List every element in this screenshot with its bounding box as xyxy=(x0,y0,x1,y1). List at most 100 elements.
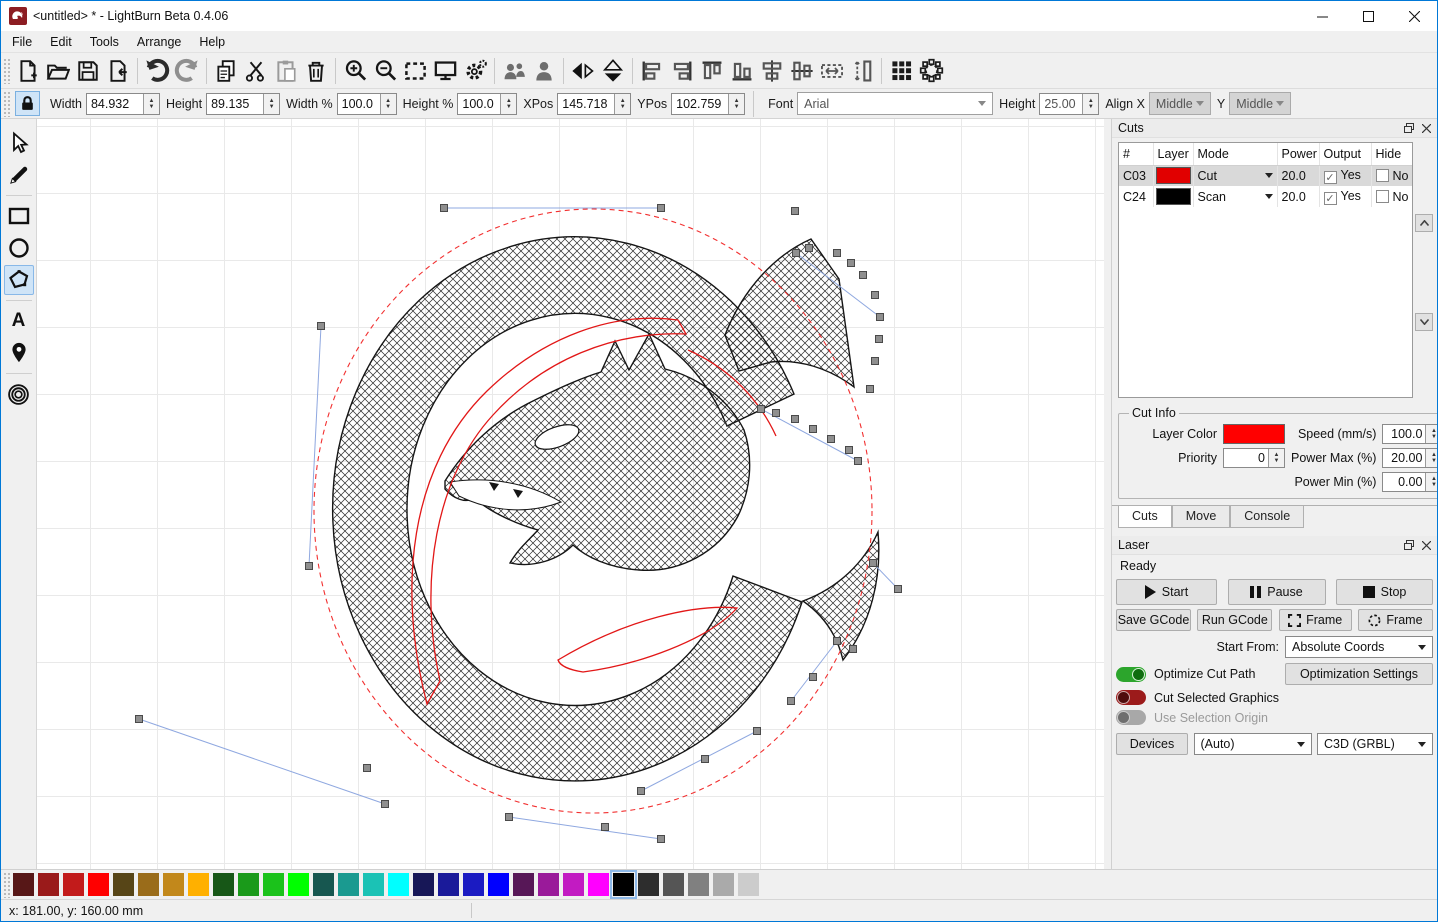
undo-button[interactable] xyxy=(142,56,172,86)
cut-info-color-swatch[interactable] xyxy=(1223,424,1285,444)
path-node[interactable] xyxy=(860,272,867,279)
path-node[interactable] xyxy=(441,205,448,212)
path-node[interactable] xyxy=(506,814,513,821)
height-spinbox[interactable]: ▲▼ xyxy=(206,93,280,115)
path-node[interactable] xyxy=(834,638,841,645)
palette-swatch-19[interactable] xyxy=(488,873,509,896)
open-file-button[interactable] xyxy=(43,56,73,86)
layer-move-up-button[interactable] xyxy=(1415,214,1433,232)
ypos-input[interactable] xyxy=(672,94,728,114)
float-panel-icon[interactable] xyxy=(1404,123,1414,133)
ellipse-tool[interactable] xyxy=(4,233,34,263)
priority-spinner[interactable]: ▲▼ xyxy=(1268,449,1284,467)
path-node[interactable] xyxy=(306,563,313,570)
select-tool[interactable] xyxy=(4,128,34,158)
palette-swatch-3[interactable] xyxy=(88,873,109,896)
palette-swatch-6[interactable] xyxy=(163,873,184,896)
speed-spinbox[interactable]: 100.0▲▼ xyxy=(1382,424,1438,444)
path-node[interactable] xyxy=(872,358,879,365)
menu-edit[interactable]: Edit xyxy=(41,32,81,52)
output-checkbox[interactable]: ✓ xyxy=(1324,171,1337,184)
paste-button[interactable] xyxy=(271,56,301,86)
width-pct-spinbox[interactable]: ▲▼ xyxy=(337,93,397,115)
mode-dropdown[interactable]: Cut xyxy=(1198,169,1273,183)
path-node[interactable] xyxy=(895,586,902,593)
width-spinner[interactable]: ▲▼ xyxy=(143,94,159,114)
path-node[interactable] xyxy=(602,824,609,831)
palette-swatch-27[interactable] xyxy=(688,873,709,896)
menu-file[interactable]: File xyxy=(3,32,41,52)
output-checkbox[interactable]: ✓ xyxy=(1324,192,1337,205)
text-height-input[interactable] xyxy=(1040,94,1082,114)
circular-array-button[interactable] xyxy=(916,56,946,86)
col-layer[interactable]: Layer xyxy=(1153,143,1193,165)
power-min-spinbox[interactable]: 0.00▲▼ xyxy=(1382,472,1438,492)
power-min-spinner[interactable]: ▲▼ xyxy=(1425,473,1438,491)
xpos-spinbox[interactable]: ▲▼ xyxy=(557,93,631,115)
palette-swatch-18[interactable] xyxy=(463,873,484,896)
align-right-button[interactable] xyxy=(667,56,697,86)
new-file-button[interactable] xyxy=(13,56,43,86)
path-node[interactable] xyxy=(788,698,795,705)
path-node[interactable] xyxy=(870,560,877,567)
palette-swatch-20[interactable] xyxy=(513,873,534,896)
align-bottom-button[interactable] xyxy=(727,56,757,86)
text-height-spinner[interactable]: ▲▼ xyxy=(1082,94,1098,114)
delete-button[interactable] xyxy=(301,56,331,86)
path-node[interactable] xyxy=(773,410,780,417)
priority-spinbox[interactable]: 0▲▼ xyxy=(1223,448,1285,468)
stop-button[interactable]: Stop xyxy=(1336,579,1433,605)
palette-swatch-17[interactable] xyxy=(438,873,459,896)
layer-color-swatch[interactable] xyxy=(1156,167,1191,184)
tab-cuts[interactable]: Cuts xyxy=(1118,506,1172,528)
palette-swatch-25[interactable] xyxy=(638,873,659,896)
mode-dropdown[interactable]: Scan xyxy=(1198,190,1273,204)
align-vcenter-button[interactable] xyxy=(787,56,817,86)
hide-checkbox[interactable] xyxy=(1376,169,1389,182)
path-node[interactable] xyxy=(828,436,835,443)
close-panel-icon[interactable] xyxy=(1422,541,1431,550)
height-input[interactable] xyxy=(207,94,263,114)
layer-move-down-button[interactable] xyxy=(1415,313,1433,331)
start-button[interactable]: Start xyxy=(1116,579,1217,605)
close-panel-icon[interactable] xyxy=(1422,124,1431,133)
cut-button[interactable] xyxy=(241,56,271,86)
path-node[interactable] xyxy=(806,245,813,252)
menu-tools[interactable]: Tools xyxy=(81,32,128,52)
flip-horizontal-button[interactable] xyxy=(568,56,598,86)
speed-spinner[interactable]: ▲▼ xyxy=(1425,425,1438,443)
align-left-button[interactable] xyxy=(637,56,667,86)
flip-vertical-button[interactable] xyxy=(598,56,628,86)
devices-button[interactable]: Devices xyxy=(1116,733,1188,755)
path-node[interactable] xyxy=(855,458,862,465)
optimize-cut-path-toggle[interactable] xyxy=(1116,667,1146,682)
maximize-button[interactable] xyxy=(1345,1,1391,31)
width-spinbox[interactable]: ▲▼ xyxy=(86,93,160,115)
path-node[interactable] xyxy=(758,406,765,413)
zoom-out-button[interactable] xyxy=(370,56,400,86)
start-from-dropdown[interactable]: Absolute Coords xyxy=(1285,636,1433,658)
power-max-spinbox[interactable]: 20.00▲▼ xyxy=(1382,448,1438,468)
hide-checkbox[interactable] xyxy=(1376,190,1389,203)
palette-swatch-14[interactable] xyxy=(363,873,384,896)
zoom-in-button[interactable] xyxy=(340,56,370,86)
pause-button[interactable]: Pause xyxy=(1228,579,1326,605)
save-gcode-button[interactable]: Save GCode xyxy=(1116,609,1191,631)
frame-rect-button[interactable]: Frame xyxy=(1279,609,1352,631)
font-combo[interactable]: Arial xyxy=(797,92,993,115)
run-gcode-button[interactable]: Run GCode xyxy=(1197,609,1272,631)
preview-button[interactable] xyxy=(430,56,460,86)
align-hcenter-button[interactable] xyxy=(757,56,787,86)
palette-swatch-10[interactable] xyxy=(263,873,284,896)
cut-layer-row[interactable]: C24 Scan 20.0 ✓Yes No xyxy=(1119,186,1413,207)
path-node[interactable] xyxy=(136,716,143,723)
palette-swatch-2[interactable] xyxy=(63,873,84,896)
path-node[interactable] xyxy=(867,386,874,393)
col-hide[interactable]: Hide xyxy=(1371,143,1413,165)
path-node[interactable] xyxy=(318,323,325,330)
same-width-button[interactable] xyxy=(817,56,847,86)
menu-help[interactable]: Help xyxy=(190,32,234,52)
grid-array-button[interactable] xyxy=(886,56,916,86)
height-pct-spinner[interactable]: ▲▼ xyxy=(500,94,516,114)
width-pct-spinner[interactable]: ▲▼ xyxy=(380,94,396,114)
